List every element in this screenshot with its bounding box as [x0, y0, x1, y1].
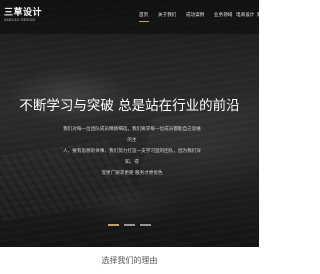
hero-description-line: 人，要有思想的体事，我们努力打造一支学习型的团队，因为我们深知，得: [63, 149, 201, 165]
nav-item-about[interactable]: 关于我们: [158, 12, 176, 20]
nav-item-ecommerce[interactable]: 电商设计: [236, 12, 254, 20]
carousel-dot[interactable]: [108, 224, 119, 226]
hero-headline: 不断学习与突破 总是站在行业的前沿: [19, 98, 240, 114]
top-navigation-bar: 三草设计 SANCAO DESIGN 首页 关于我们 成功案例 业务领域 电商设…: [0, 0, 259, 34]
hero-description: 我们对每一位团队成员精挑细选，我们要求每一位成员都能自己思维的主 人，要有思想的…: [62, 124, 202, 179]
carousel-dot[interactable]: [124, 224, 135, 226]
section-title: 选择我们的理由: [101, 256, 158, 265]
nav-item-news[interactable]: 新闻: [257, 12, 259, 20]
carousel-dot[interactable]: [140, 224, 151, 226]
nav-item-home[interactable]: 首页: [139, 12, 148, 20]
nav-item-business[interactable]: 业务领域: [214, 12, 232, 20]
nav-item-cases[interactable]: 成功案例: [186, 12, 204, 20]
nav-active-indicator: [139, 21, 149, 22]
carousel-indicators: [0, 224, 259, 228]
hero-banner: 三草设计 SANCAO DESIGN 首页 关于我们 成功案例 业务领域 电商设…: [0, 0, 259, 247]
hero-description-line: 宠更广跟求更距 服务才更优色: [101, 171, 163, 176]
main-nav: 首页 关于我们 成功案例 业务领域 电商设计 新闻: [0, 12, 259, 22]
hero-description-line: 我们对每一位团队成员精挑细选，我们要求每一位成员都能自己思维的主: [63, 127, 201, 143]
